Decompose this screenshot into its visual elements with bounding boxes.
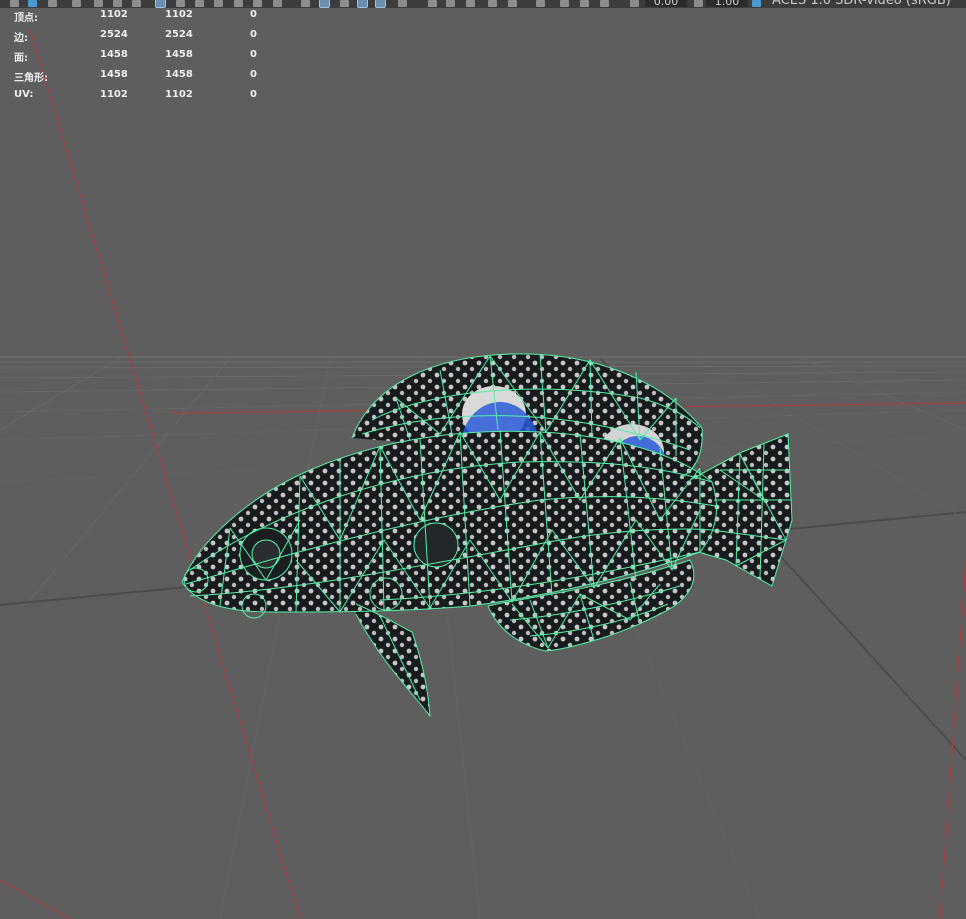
grid-line bbox=[799, 357, 966, 431]
hud-row-faces: 面: 1458 1458 0 bbox=[14, 48, 274, 68]
hud-value: 1458 bbox=[100, 69, 128, 80]
hud-value: 1458 bbox=[165, 49, 193, 60]
viewport-panel[interactable]: 0.00 1.00 ACES 1.0 SDR-video (sRGB) bbox=[0, 0, 966, 919]
hud-value: 0 bbox=[250, 9, 257, 20]
frustum-line-right bbox=[939, 559, 966, 919]
hud-value: 2524 bbox=[100, 29, 128, 40]
hud-row-edges: 边: 2524 2524 0 bbox=[14, 28, 274, 48]
hud-value: 1458 bbox=[165, 69, 193, 80]
hud-value: 0 bbox=[250, 49, 257, 60]
hud-value: 1102 bbox=[165, 9, 193, 20]
hud-row-uvs: UV: 1102 1102 0 bbox=[14, 88, 274, 108]
grid-line bbox=[0, 639, 966, 821]
hud-row-triangles: 三角形: 1458 1458 0 bbox=[14, 68, 274, 88]
hud-value: 2524 bbox=[165, 29, 193, 40]
hud-label: 边: bbox=[14, 33, 28, 44]
fish-pelvic-fin bbox=[356, 604, 430, 716]
hud-value: 1458 bbox=[100, 49, 128, 60]
viewport-scene bbox=[0, 29, 966, 919]
hud-value: 0 bbox=[250, 29, 257, 40]
grid-line bbox=[0, 357, 121, 431]
hud-value: 0 bbox=[250, 69, 257, 80]
hud-label: 顶点: bbox=[14, 13, 38, 24]
hud-value: 1102 bbox=[165, 89, 193, 100]
hud-label: UV: bbox=[14, 89, 34, 100]
hud-value: 0 bbox=[250, 89, 257, 100]
fish-model[interactable] bbox=[181, 353, 793, 718]
hud-row-vertices: 顶点: 1102 1102 0 bbox=[14, 8, 274, 28]
poly-count-hud: 顶点: 1102 1102 0 边: 2524 2524 0 面: 1458 1… bbox=[14, 8, 274, 108]
grid-line bbox=[219, 357, 331, 919]
hud-value: 1102 bbox=[100, 9, 128, 20]
hud-label: 三角形: bbox=[14, 73, 48, 84]
frustum-line-left bbox=[29, 29, 301, 919]
hud-value: 1102 bbox=[100, 89, 128, 100]
frustum-line-corner bbox=[0, 879, 71, 919]
hud-label: 面: bbox=[14, 53, 28, 64]
